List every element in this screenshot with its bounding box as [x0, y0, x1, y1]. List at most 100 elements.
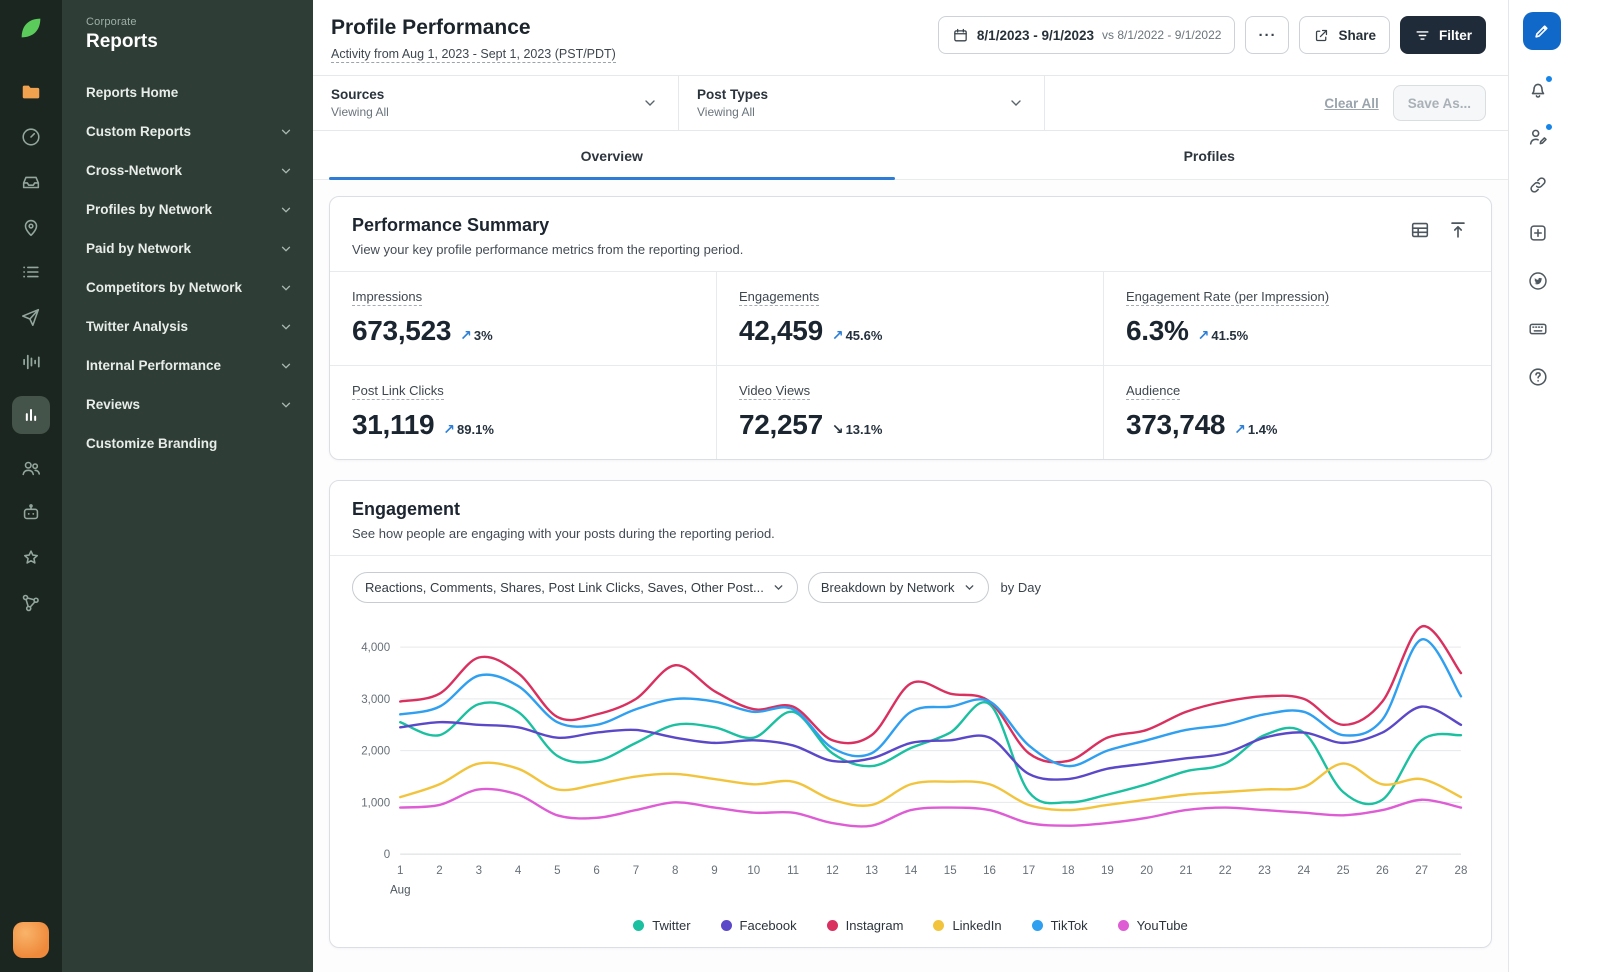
metric-change: ↗ 1.4% [1234, 421, 1278, 437]
legend-item-linkedin[interactable]: LinkedIn [933, 918, 1002, 933]
legend-item-twitter[interactable]: Twitter [633, 918, 691, 933]
bar-chart-icon-active[interactable] [12, 396, 50, 434]
page-title: Profile Performance [331, 16, 531, 39]
link-icon[interactable] [1527, 174, 1549, 196]
legend-label: YouTube [1136, 918, 1188, 934]
legend-dot [826, 920, 838, 932]
chevron-down-icon [281, 402, 291, 408]
legend-item-tiktok[interactable]: TikTok [1031, 918, 1088, 933]
report-tabs: Overview Profiles [313, 131, 1508, 180]
reports-sidebar: Corporate Reports Reports Home Custom Re… [62, 0, 313, 972]
twitter-bird-icon[interactable] [1527, 270, 1549, 292]
chevron-down-icon [774, 585, 783, 591]
gauge-icon[interactable] [20, 126, 42, 148]
x-axis-tick-label: 5 [554, 865, 560, 877]
sidebar-item-label: Custom Reports [86, 124, 192, 139]
x-axis-tick-label: 8 [672, 865, 678, 877]
x-axis-tick-label: 16 [983, 865, 996, 877]
sidebar-item-label: Twitter Analysis [86, 319, 189, 334]
engagement-metrics-value: Reactions, Comments, Shares, Post Link C… [365, 580, 764, 595]
network-nodes-icon[interactable] [20, 592, 42, 614]
folder-icon[interactable] [20, 81, 42, 103]
metric-label[interactable]: Audience [1126, 383, 1181, 400]
keyboard-icon[interactable] [1527, 318, 1549, 340]
star-icon[interactable] [20, 547, 42, 569]
x-axis-tick-label: 26 [1376, 865, 1389, 877]
sidebar-item-paid-by-network[interactable]: Paid by Network [62, 229, 313, 268]
sidebar-item-twitter-analysis[interactable]: Twitter Analysis [62, 307, 313, 346]
sidebar-item-internal-performance[interactable]: Internal Performance [62, 346, 313, 385]
metric-value: 31,119 [352, 409, 435, 440]
x-axis-tick-label: 10 [747, 865, 760, 877]
paper-plane-icon[interactable] [20, 306, 42, 328]
sources-dropdown[interactable]: Sources Viewing All [313, 76, 679, 130]
legend-item-instagram[interactable]: Instagram [826, 918, 904, 934]
x-axis-month-label: Aug [390, 884, 411, 896]
metric-label[interactable]: Engagement Rate (per Impression) [1126, 289, 1330, 306]
y-axis-tick-label: 3,000 [361, 694, 390, 706]
sidebar-item-cross-network[interactable]: Cross-Network [62, 151, 313, 190]
legend-item-facebook[interactable]: Facebook [720, 918, 797, 933]
inbox-icon[interactable] [20, 171, 42, 193]
engagement-metrics-dropdown[interactable]: Reactions, Comments, Shares, Post Link C… [352, 572, 798, 603]
legend-dot [633, 920, 645, 932]
metric-label[interactable]: Impressions [352, 289, 423, 306]
tab-overview[interactable]: Overview [313, 131, 911, 180]
chevron-down-icon [1011, 100, 1021, 106]
table-view-icon[interactable] [1409, 219, 1431, 241]
x-axis-tick-label: 2 [436, 865, 442, 877]
profile-edit-icon[interactable] [1527, 123, 1553, 148]
engagement-line-chart[interactable]: 01,0002,0003,0004,0001 2 3 4 5 6 7 8 9 10 11 12 13 14… [352, 611, 1469, 912]
trend-arrow-icon: ↗ [1234, 421, 1246, 437]
sidebar-item-reviews[interactable]: Reviews [62, 385, 313, 424]
bot-icon[interactable] [20, 502, 42, 524]
audio-levels-icon[interactable] [20, 351, 42, 373]
legend-item-youtube[interactable]: YouTube [1117, 918, 1188, 934]
activity-period-text[interactable]: Activity from Aug 1, 2023 - Sept 1, 2023… [331, 47, 616, 63]
add-plus-square-icon[interactable] [1527, 222, 1549, 244]
filter-button[interactable]: Filter [1399, 16, 1486, 54]
chevron-down-icon [965, 585, 973, 591]
pin-icon[interactable] [20, 216, 42, 238]
people-icon[interactable] [20, 457, 42, 479]
performance-summary-subtitle: View your key profile performance metric… [352, 242, 744, 257]
metric-change: ↗ 89.1% [443, 421, 494, 437]
help-icon[interactable] [1527, 366, 1549, 388]
sidebar-item-label: Customize Branding [86, 436, 218, 451]
filter-label: Filter [1438, 27, 1472, 43]
sidebar-title: Reports [86, 31, 158, 52]
post-types-dropdown[interactable]: Post Types Viewing All [679, 76, 1045, 130]
export-to-top-icon[interactable] [1447, 219, 1469, 241]
share-icon [1316, 29, 1328, 41]
save-as-button[interactable]: Save As... [1392, 85, 1486, 121]
notifications-bell-icon[interactable] [1527, 75, 1553, 100]
x-axis-tick-label: 11 [787, 865, 799, 877]
x-axis-tick-label: 17 [1022, 865, 1035, 877]
sidebar-item-reports-home[interactable]: Reports Home [62, 73, 313, 112]
date-range-button[interactable]: 8/1/2023 - 9/1/2023 vs 8/1/2022 - 9/1/20… [937, 16, 1236, 54]
x-axis-tick-label: 22 [1219, 865, 1232, 877]
sidebar-eyebrow: Corporate [86, 16, 137, 28]
share-button[interactable]: Share [1299, 16, 1390, 54]
page-header: Profile Performance Activity from Aug 1,… [313, 0, 1508, 75]
metric-label[interactable]: Post Link Clicks [352, 383, 444, 400]
more-options-button[interactable]: ··· [1245, 16, 1290, 54]
x-axis-tick-label: 20 [1140, 865, 1153, 877]
user-avatar[interactable] [13, 922, 49, 958]
list-icon[interactable] [20, 261, 42, 283]
metric-label[interactable]: Engagements [739, 289, 820, 306]
app-icon-rail [0, 0, 62, 972]
breakdown-dropdown[interactable]: Breakdown by Network [807, 572, 989, 603]
x-axis-tick-label: 25 [1337, 865, 1350, 877]
sidebar-item-competitors-by-network[interactable]: Competitors by Network [62, 268, 313, 307]
tab-profiles[interactable]: Profiles [911, 131, 1509, 179]
sidebar-item-customize-branding[interactable]: Customize Branding [62, 424, 313, 463]
metric-value: 72,257 [739, 409, 823, 440]
sidebar-item-profiles-by-network[interactable]: Profiles by Network [62, 190, 313, 229]
engagement-card: Engagement See how people are engaging w… [329, 480, 1492, 949]
metric-label[interactable]: Video Views [739, 383, 811, 400]
clear-all-link[interactable]: Clear All [1324, 96, 1378, 111]
legend-label: Instagram [845, 918, 904, 934]
sidebar-item-custom-reports[interactable]: Custom Reports [62, 112, 313, 151]
compose-button[interactable] [1523, 12, 1561, 50]
